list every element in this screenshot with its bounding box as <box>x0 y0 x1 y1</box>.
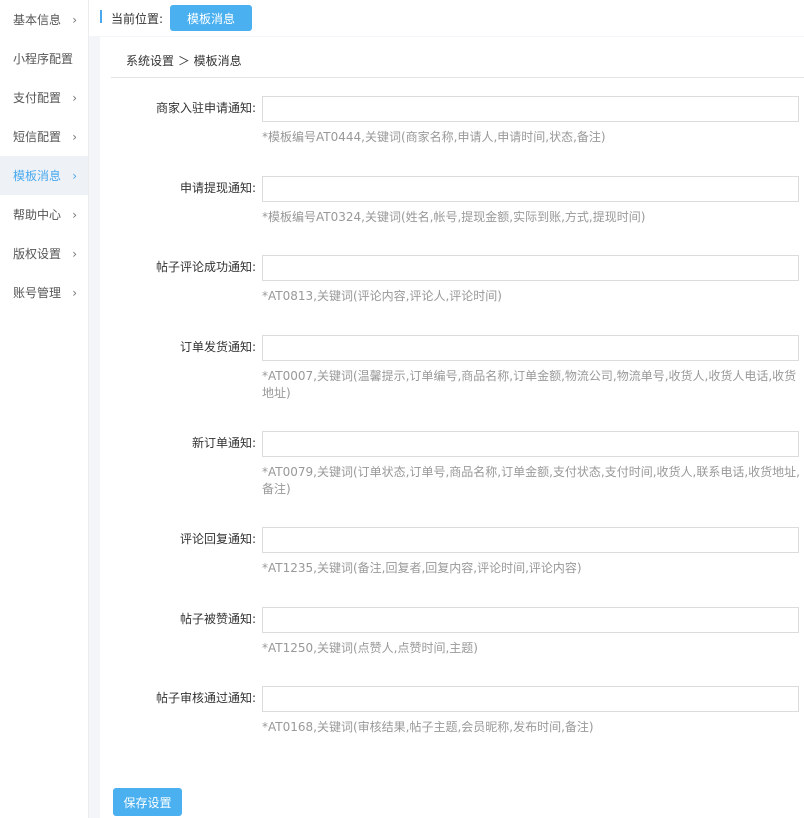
field-label: 帖子评论成功通知: <box>155 260 256 274</box>
field-label: 评论回复通知: <box>179 532 256 546</box>
merchant-apply-template-input[interactable] <box>262 96 799 122</box>
sidebar-item-label: 支付配置 <box>13 91 62 105</box>
settings-panel: 系统设置 ＞ 模板消息 商家入驻申请通知: *模板编号AT0444,关键词(商家… <box>100 37 804 818</box>
location-bar: 当前位置: 模板消息 <box>89 0 804 36</box>
field-hint: *AT0007,关键词(温馨提示,订单编号,商品名称,订单金额,物流公司,物流单… <box>262 369 797 400</box>
field-label: 新订单通知: <box>191 436 256 450</box>
field-label: 订单发货通知: <box>179 340 256 354</box>
sidebar-item-payment-config[interactable]: 支付配置 › <box>0 78 88 117</box>
order-shipped-template-input[interactable] <box>262 335 799 361</box>
chevron-right-icon: › <box>72 129 77 144</box>
chevron-right-icon: › <box>72 207 77 222</box>
save-settings-button[interactable]: 保存设置 <box>113 788 182 816</box>
chevron-right-icon: › <box>72 246 77 261</box>
location-marker <box>100 10 102 23</box>
divider <box>111 77 804 78</box>
sidebar-item-label: 短信配置 <box>13 130 62 144</box>
sidebar-item-basic-info[interactable]: 基本信息 › <box>0 0 88 39</box>
post-comment-template-input[interactable] <box>262 255 799 281</box>
sidebar-item-label: 账号管理 <box>13 286 62 300</box>
post-liked-template-input[interactable] <box>262 607 799 633</box>
field-hint: *AT0079,关键词(订单状态,订单号,商品名称,订单金额,支付状态,支付时间… <box>262 465 800 496</box>
sidebar-item-label: 帮助中心 <box>13 208 62 222</box>
field-hint: *AT0813,关键词(评论内容,评论人,评论时间) <box>262 289 502 303</box>
sidebar-item-help-center[interactable]: 帮助中心 › <box>0 195 88 234</box>
main-content: 当前位置: 模板消息 系统设置 ＞ 模板消息 商家入驻申请通知: *模板编号AT… <box>89 0 804 818</box>
field-hint: *模板编号AT0324,关键词(姓名,帐号,提现金额,实际到账,方式,提现时间) <box>262 210 646 224</box>
post-approved-template-input[interactable] <box>262 686 799 712</box>
field-label: 帖子审核通过通知: <box>155 691 256 705</box>
sidebar: 基本信息 › 小程序配置 支付配置 › 短信配置 › 模板消息 › 帮助中心 ›… <box>0 0 89 818</box>
breadcrumb: 系统设置 ＞ 模板消息 <box>126 54 242 68</box>
field-hint: *AT1235,关键词(备注,回复者,回复内容,评论时间,评论内容) <box>262 561 582 575</box>
field-hint: *AT0168,关键词(审核结果,帖子主题,会员昵称,发布时间,备注) <box>262 720 594 734</box>
sidebar-item-miniprogram-config[interactable]: 小程序配置 <box>0 39 88 78</box>
sidebar-item-label: 模板消息 <box>13 169 62 183</box>
field-hint: *AT1250,关键词(点赞人,点赞时间,主题) <box>262 641 478 655</box>
field-label: 商家入驻申请通知: <box>155 101 256 115</box>
chevron-right-icon: › <box>72 90 77 105</box>
sidebar-item-account-management[interactable]: 账号管理 › <box>0 273 88 312</box>
field-hint: *模板编号AT0444,关键词(商家名称,申请人,申请时间,状态,备注) <box>262 130 606 144</box>
sidebar-item-sms-config[interactable]: 短信配置 › <box>0 117 88 156</box>
sidebar-item-label: 小程序配置 <box>13 52 74 66</box>
sidebar-item-template-message[interactable]: 模板消息 › <box>0 156 88 195</box>
field-label: 帖子被赞通知: <box>179 612 256 626</box>
withdraw-apply-template-input[interactable] <box>262 176 799 202</box>
sidebar-item-copyright-settings[interactable]: 版权设置 › <box>0 234 88 273</box>
chevron-right-icon: › <box>72 285 77 300</box>
chevron-right-icon: › <box>72 168 77 183</box>
sidebar-item-label: 基本信息 <box>13 13 62 27</box>
sidebar-item-label: 版权设置 <box>13 247 62 261</box>
location-label: 当前位置: <box>111 12 164 26</box>
chevron-right-icon: › <box>72 12 77 27</box>
location-current-button[interactable]: 模板消息 <box>170 5 252 31</box>
comment-reply-template-input[interactable] <box>262 527 799 553</box>
field-label: 申请提现通知: <box>179 181 256 195</box>
new-order-template-input[interactable] <box>262 431 799 457</box>
